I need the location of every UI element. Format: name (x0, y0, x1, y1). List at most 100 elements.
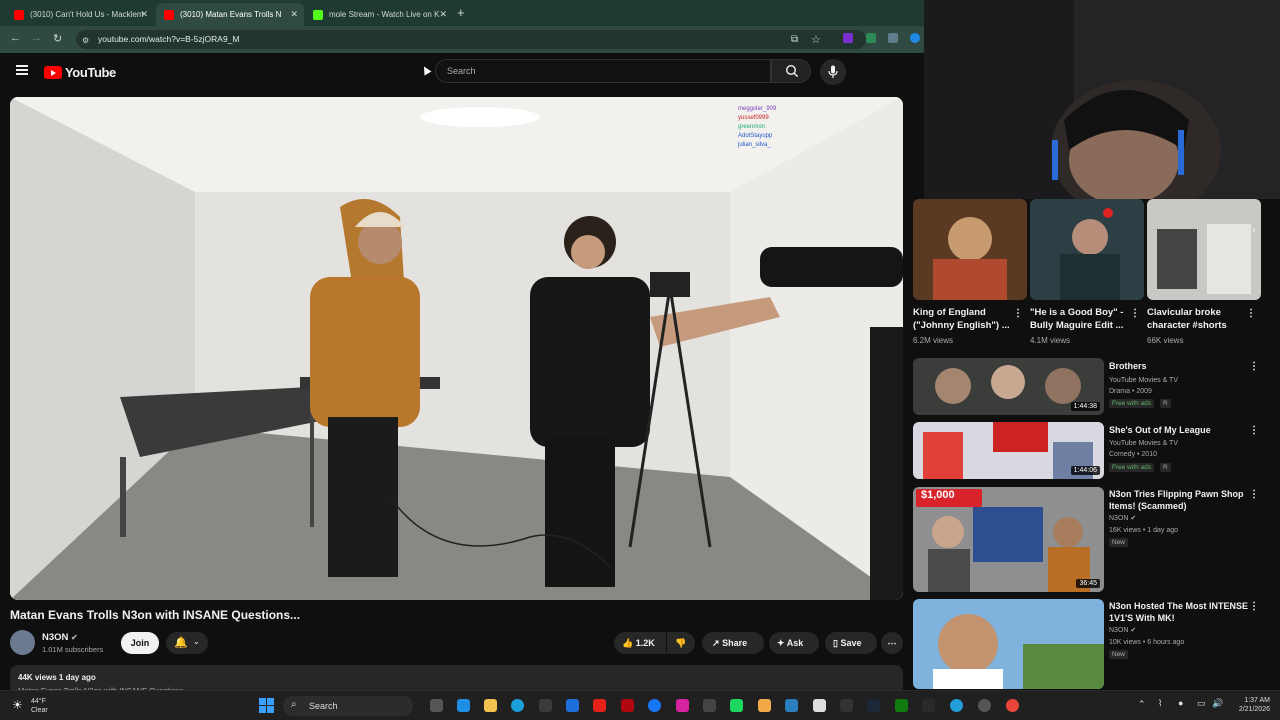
more-vertical-icon[interactable]: ⋮ (1130, 308, 1140, 319)
search-icon (785, 64, 799, 78)
menu-icon[interactable] (16, 65, 28, 75)
recommendation-thumbnail[interactable]: 1:44:06 (913, 422, 1104, 479)
extension-icon[interactable] (843, 33, 853, 43)
close-tab-icon[interactable]: ✕ (140, 9, 148, 20)
telegram-icon[interactable] (950, 699, 963, 712)
recommendation-title[interactable]: N3on Hosted The Most INTENSE 1V1'S With … (1109, 600, 1254, 624)
like-count: 1.2K (635, 638, 655, 648)
tab-title: (3010) Can't Hold Us - Macklem (30, 10, 144, 19)
short-thumbnail[interactable] (913, 199, 1027, 300)
video-title: Matan Evans Trolls N3on with INSANE Ques… (10, 608, 301, 622)
browser-tab-2[interactable]: (3010) Matan Evans Trolls N ✕ (156, 3, 304, 26)
short-thumbnail[interactable] (1147, 199, 1261, 300)
recommendation-meta: Drama • 2009 (1109, 388, 1152, 395)
recommendation-title[interactable]: She's Out of My League (1109, 424, 1254, 436)
weather-icon[interactable]: ☀ (12, 698, 23, 712)
video-player[interactable]: meggster_909 yussef0999 greenmon AdotSta… (10, 97, 903, 600)
chrome-icon[interactable] (1006, 699, 1019, 712)
reload-icon[interactable]: ↻ (53, 32, 62, 45)
more-vertical-icon[interactable]: ⋮ (1249, 361, 1259, 372)
youtube-app-icon[interactable] (593, 699, 606, 712)
url-bar[interactable]: youtube.com/watch?v=B-5zjORA9_M (76, 30, 866, 49)
app-icon[interactable] (730, 699, 743, 712)
bookmark-star-icon[interactable]: ☆ (811, 33, 821, 46)
recommendation-thumbnail[interactable]: $1,000 36:45 (913, 487, 1104, 592)
copilot-icon[interactable] (457, 699, 470, 712)
forward-icon[interactable]: → (31, 32, 42, 44)
netflix-icon[interactable] (621, 699, 634, 712)
windows-start-icon[interactable] (259, 698, 274, 713)
recommendation-title[interactable]: Brothers (1109, 360, 1254, 372)
browser-tab-3[interactable]: mole Stream - Watch Live on K ✕ (305, 3, 453, 26)
voice-search-button[interactable] (820, 59, 846, 85)
windows-taskbar: ☀ Search ⌕ ⌃ ⌇ ● ▭ 🔊 (0, 690, 1280, 720)
app-icon[interactable] (813, 699, 826, 712)
dislike-button[interactable]: 👎 (667, 632, 695, 654)
instagram-icon[interactable] (676, 699, 689, 712)
outlook-icon[interactable] (566, 699, 579, 712)
more-vertical-icon[interactable]: ⋮ (1249, 601, 1259, 612)
more-vertical-icon[interactable]: ⋮ (1013, 308, 1023, 319)
store-icon[interactable] (539, 699, 552, 712)
task-view-icon[interactable] (430, 699, 443, 712)
notification-bell-button[interactable]: 🔔 ⌄ (166, 632, 208, 654)
capcut-icon[interactable] (840, 699, 853, 712)
extension-icon[interactable] (866, 33, 876, 43)
thumbnail-price-text: $1,000 (921, 489, 955, 501)
short-title[interactable]: Clavicular broke character #shorts (1147, 306, 1247, 332)
app-icon[interactable] (785, 699, 798, 712)
site-info-icon[interactable]: ⚙ (82, 36, 89, 45)
short-title[interactable]: "He is a Good Boy" - Bully Maguire Edit … (1030, 306, 1130, 332)
share-button[interactable]: ↗ Share (702, 632, 764, 654)
short-thumbnail[interactable] (1030, 199, 1144, 300)
join-button[interactable]: Join (121, 632, 159, 654)
short-title[interactable]: King of England ("Johnny English") ... (913, 306, 1013, 332)
weather-widget[interactable]: 44°F Clear (31, 697, 48, 715)
epic-games-icon[interactable] (922, 699, 935, 712)
search-button[interactable] (771, 59, 811, 83)
extension-icon[interactable] (910, 33, 920, 43)
recommendation-title[interactable]: N3on Tries Flipping Pawn Shop Items! (Sc… (1109, 488, 1254, 512)
app-icon[interactable] (703, 699, 716, 712)
amazon-icon[interactable] (758, 699, 771, 712)
edge-icon[interactable] (511, 699, 524, 712)
obs-icon[interactable] (978, 699, 991, 712)
more-actions-button[interactable]: ⋯ (881, 632, 903, 654)
install-app-icon[interactable]: ⧉ (791, 34, 798, 45)
ask-button[interactable]: ✦ Ask (769, 632, 819, 654)
new-tab-icon[interactable]: + (457, 5, 465, 20)
chevron-right-icon[interactable]: › (1252, 224, 1256, 236)
microphone-icon[interactable]: ● (1178, 698, 1183, 708)
weather-temp: 44°F (31, 698, 46, 705)
chevron-up-icon[interactable]: ⌃ (1138, 699, 1146, 710)
xbox-icon[interactable] (895, 699, 908, 712)
recommendation-thumbnail[interactable] (913, 599, 1104, 689)
more-vertical-icon[interactable]: ⋮ (1249, 425, 1259, 436)
search-input[interactable]: Search (435, 59, 771, 83)
extension-icon[interactable] (888, 33, 898, 43)
steam-icon[interactable] (867, 699, 880, 712)
save-button[interactable]: ▯ Save (825, 632, 877, 654)
browser-tab-bar: (3010) Can't Hold Us - Macklem ✕ (3010) … (0, 0, 924, 26)
clock-date: 2/21/2026 (1238, 706, 1270, 713)
taskbar-search[interactable]: Search (283, 696, 413, 716)
network-icon[interactable]: ⌇ (1158, 698, 1162, 709)
facebook-icon[interactable] (648, 699, 661, 712)
close-tab-icon[interactable]: ✕ (439, 9, 447, 20)
youtube-logo[interactable]: YouTube (44, 65, 116, 80)
system-clock[interactable]: 1:37 AM 2/21/2026 (1222, 696, 1270, 714)
like-button[interactable]: 👍 1.2K (614, 632, 666, 654)
channel-name[interactable]: N3ON ✔ (42, 632, 78, 643)
channel-avatar[interactable] (10, 630, 35, 655)
more-vertical-icon[interactable]: ⋮ (1249, 489, 1259, 500)
file-explorer-icon[interactable] (484, 699, 497, 712)
display-icon[interactable]: ▭ (1197, 698, 1206, 709)
short-views: 4.1M views (1030, 336, 1071, 345)
more-vertical-icon[interactable]: ⋮ (1246, 308, 1256, 319)
close-tab-icon[interactable]: ✕ (290, 9, 298, 20)
back-icon[interactable]: ← (10, 32, 21, 44)
browser-tab-1[interactable]: (3010) Can't Hold Us - Macklem ✕ (6, 3, 154, 26)
short-views: 6.2M views (913, 336, 954, 345)
recommendation-thumbnail[interactable]: 1:44:38 (913, 358, 1104, 415)
recommendation-meta: 10K views • 6 hours ago (1109, 639, 1185, 646)
